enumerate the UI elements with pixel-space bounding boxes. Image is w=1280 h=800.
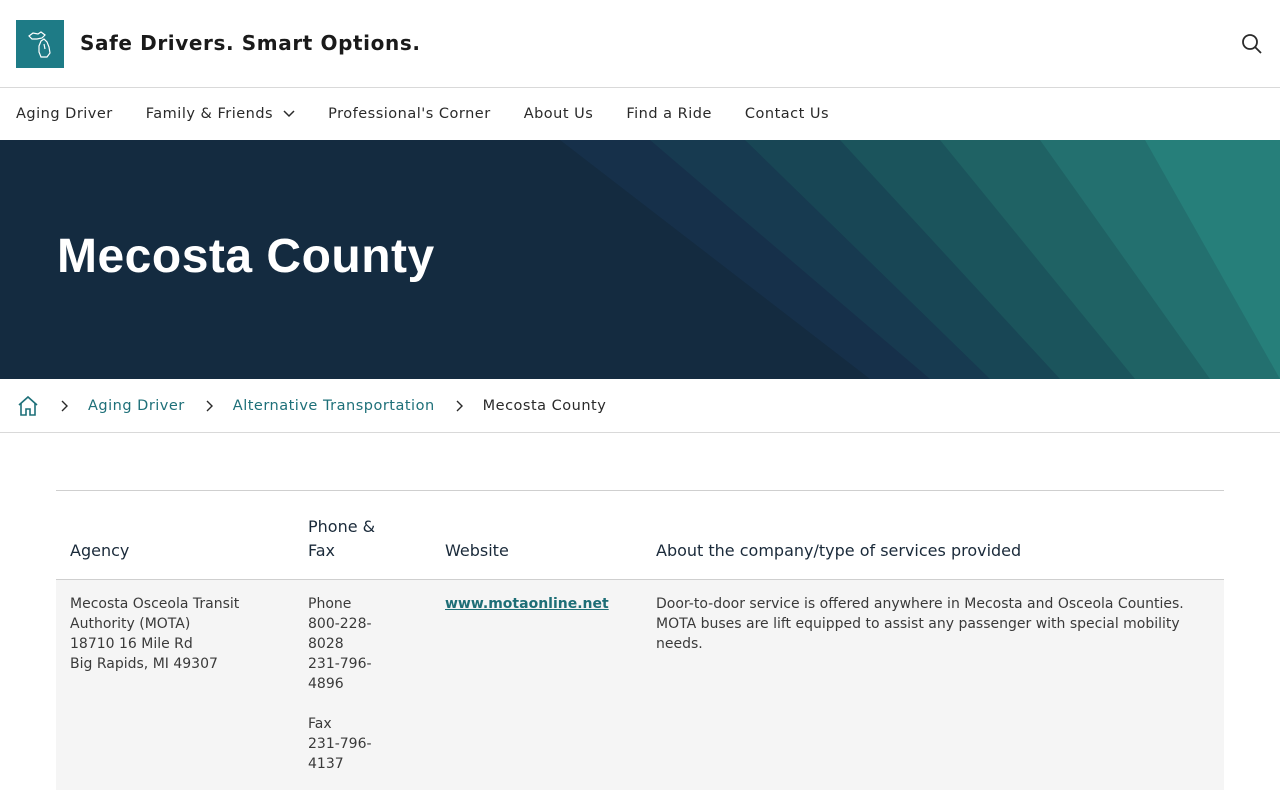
nav-item-label: Find a Ride (626, 106, 712, 122)
website-cell: www.motaonline.net (431, 579, 642, 790)
nav-item-label: Contact Us (744, 106, 830, 122)
site-header: Safe Drivers. Smart Options. (0, 0, 1280, 88)
chevron-right-icon (455, 400, 463, 412)
main-nav: Aging Driver Family & Friends Profession… (0, 88, 1280, 140)
fax-number: 231-796-4137 (308, 736, 372, 772)
agency-name: Mecosta Osceola Transit Authority (MOTA) (70, 596, 240, 632)
agency-cell: Mecosta Osceola Transit Authority (MOTA)… (56, 579, 294, 790)
site-logo[interactable] (16, 20, 64, 68)
column-header-about: About the company/type of services provi… (642, 490, 1224, 580)
search-button[interactable] (1240, 32, 1264, 56)
about-cell: Door-to-door service is offered anywhere… (642, 579, 1224, 790)
nav-item-aging-driver[interactable]: Aging Driver (16, 106, 113, 122)
phone-fax-spacer (308, 694, 417, 714)
phone-number-1: 800-228-8028 (308, 616, 372, 652)
home-icon (18, 395, 38, 416)
search-icon (1242, 34, 1262, 54)
nav-item-contact-us[interactable]: Contact Us (745, 106, 829, 122)
breadcrumb-link-alternative-transportation[interactable]: Alternative Transportation (233, 398, 435, 414)
agency-address-line2: Big Rapids, MI 49307 (70, 656, 218, 672)
page-title: Mecosta County (57, 230, 435, 283)
nav-item-professionals-corner[interactable]: Professional's Corner (328, 106, 491, 122)
breadcrumb-current: Mecosta County (482, 397, 607, 414)
chevron-right-icon (60, 400, 68, 412)
nav-item-about-us[interactable]: About Us (524, 106, 594, 122)
phone-label: Phone (308, 596, 352, 612)
nav-item-family-friends[interactable]: Family & Friends (146, 106, 295, 122)
nav-item-label: Family & Friends (145, 106, 274, 122)
transportation-table: Agency Phone & Fax Website About the com… (56, 490, 1224, 790)
phone-fax-cell: Phone 800-228-8028 231-796-4896 Fax 231-… (294, 579, 431, 790)
agency-address-line1: 18710 16 Mile Rd (70, 636, 193, 652)
nav-item-label: Professional's Corner (328, 106, 491, 122)
fax-label: Fax (308, 716, 332, 732)
column-header-website: Website (431, 490, 642, 580)
column-header-phone-fax: Phone & Fax (294, 490, 431, 580)
column-header-agency: Agency (56, 490, 294, 580)
chevron-down-icon (283, 110, 295, 118)
table-header-row: Agency Phone & Fax Website About the com… (56, 490, 1224, 580)
column-header-phone-fax-text: Phone & Fax (308, 517, 376, 560)
nav-item-label: About Us (523, 106, 594, 122)
phone-number-2: 231-796-4896 (308, 656, 372, 692)
michigan-map-icon (28, 31, 51, 58)
transportation-table-container: Agency Phone & Fax Website About the com… (56, 490, 1224, 790)
breadcrumb-link-aging-driver[interactable]: Aging Driver (88, 398, 185, 414)
table-row: Mecosta Osceola Transit Authority (MOTA)… (56, 579, 1224, 790)
site-title[interactable]: Safe Drivers. Smart Options. (80, 31, 421, 55)
nav-item-find-a-ride[interactable]: Find a Ride (626, 106, 712, 122)
breadcrumb: Aging Driver Alternative Transportation … (0, 379, 1280, 433)
hero-banner: Mecosta County (0, 140, 1280, 379)
chevron-right-icon (205, 400, 213, 412)
breadcrumb-home-link[interactable] (16, 394, 40, 418)
website-link[interactable]: www.motaonline.net (445, 596, 609, 612)
nav-item-label: Aging Driver (16, 106, 113, 122)
